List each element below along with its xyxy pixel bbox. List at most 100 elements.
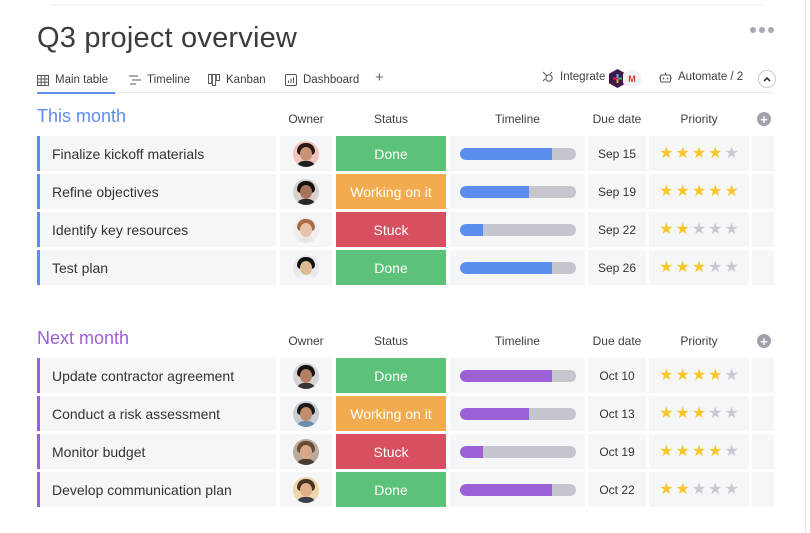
star-filled-icon[interactable]: ★ xyxy=(659,145,673,162)
star-filled-icon[interactable]: ★ xyxy=(675,367,689,384)
item-name-cell[interactable]: Develop communication plan xyxy=(37,472,276,507)
status-badge[interactable]: Stuck xyxy=(336,212,446,247)
column-header-due-date[interactable]: Due date xyxy=(588,334,646,348)
tab-dashboard[interactable]: Dashboard xyxy=(285,70,359,90)
priority-rating[interactable]: ★ ★ ★ ★ ★ xyxy=(649,434,749,469)
star-empty-icon[interactable]: ★ xyxy=(725,259,739,276)
star-filled-icon[interactable]: ★ xyxy=(675,443,689,460)
avatar[interactable] xyxy=(293,216,319,243)
owner-cell[interactable] xyxy=(280,358,332,393)
table-row[interactable]: Refine objectives Working on it Sep 19 ★ ★ ★… xyxy=(37,174,777,209)
tab-timeline[interactable]: Timeline xyxy=(129,70,190,90)
star-empty-icon[interactable]: ★ xyxy=(708,221,722,238)
star-filled-icon[interactable]: ★ xyxy=(708,367,722,384)
star-empty-icon[interactable]: ★ xyxy=(725,145,739,162)
owner-cell[interactable] xyxy=(280,396,332,431)
star-filled-icon[interactable]: ★ xyxy=(692,405,706,422)
column-header-due-date[interactable]: Due date xyxy=(588,112,646,126)
add-column-button[interactable]: + xyxy=(757,334,771,348)
avatar[interactable] xyxy=(293,140,319,167)
due-date-cell[interactable]: Oct 10 xyxy=(588,358,646,393)
priority-rating[interactable]: ★ ★ ★ ★ ★ xyxy=(649,212,749,247)
star-filled-icon[interactable]: ★ xyxy=(675,481,689,498)
due-date-cell[interactable]: Sep 15 xyxy=(588,136,646,171)
star-filled-icon[interactable]: ★ xyxy=(725,183,739,200)
integrate-button[interactable]: Integrate xyxy=(542,71,605,83)
table-row[interactable]: Update contractor agreement Done Oct 10 ★ ★… xyxy=(37,358,777,393)
star-empty-icon[interactable]: ★ xyxy=(725,443,739,460)
add-view-button[interactable]: + xyxy=(375,69,384,86)
table-row[interactable]: Finalize kickoff materials Done Sep 15 ★ ★ ★… xyxy=(37,136,777,171)
add-column-button[interactable]: + xyxy=(757,112,771,126)
star-empty-icon[interactable]: ★ xyxy=(708,481,722,498)
more-options-button[interactable] xyxy=(750,27,774,33)
item-name-cell[interactable]: Update contractor agreement xyxy=(37,358,276,393)
status-badge[interactable]: Done xyxy=(336,250,446,285)
collapse-header-button[interactable] xyxy=(758,70,776,88)
column-header-timeline[interactable]: Timeline xyxy=(450,112,585,126)
status-badge[interactable]: Stuck xyxy=(336,434,446,469)
due-date-cell[interactable]: Oct 19 xyxy=(588,434,646,469)
column-header-owner[interactable]: Owner xyxy=(280,334,332,348)
owner-cell[interactable] xyxy=(280,174,332,209)
timeline-bar[interactable] xyxy=(459,147,576,160)
timeline-bar[interactable] xyxy=(459,185,576,198)
priority-rating[interactable]: ★ ★ ★ ★ ★ xyxy=(649,174,749,209)
star-filled-icon[interactable]: ★ xyxy=(659,221,673,238)
star-filled-icon[interactable]: ★ xyxy=(708,443,722,460)
avatar[interactable] xyxy=(293,438,319,465)
tab-kanban[interactable]: Kanban xyxy=(208,70,266,90)
priority-rating[interactable]: ★ ★ ★ ★ ★ xyxy=(649,472,749,507)
column-header-owner[interactable]: Owner xyxy=(280,112,332,126)
due-date-cell[interactable]: Oct 22 xyxy=(588,472,646,507)
item-name-cell[interactable]: Identify key resources xyxy=(37,212,276,247)
due-date-cell[interactable]: Sep 19 xyxy=(588,174,646,209)
owner-cell[interactable] xyxy=(280,136,332,171)
star-empty-icon[interactable]: ★ xyxy=(725,367,739,384)
automate-button[interactable]: Automate / 2 xyxy=(659,71,743,83)
status-badge[interactable]: Done xyxy=(336,472,446,507)
timeline-bar[interactable] xyxy=(459,445,576,458)
timeline-cell[interactable] xyxy=(450,174,585,209)
star-filled-icon[interactable]: ★ xyxy=(708,145,722,162)
timeline-bar[interactable] xyxy=(459,407,576,420)
avatar[interactable] xyxy=(293,362,319,389)
priority-rating[interactable]: ★ ★ ★ ★ ★ xyxy=(649,358,749,393)
star-filled-icon[interactable]: ★ xyxy=(659,259,673,276)
star-filled-icon[interactable]: ★ xyxy=(659,183,673,200)
due-date-cell[interactable]: Sep 22 xyxy=(588,212,646,247)
timeline-cell[interactable] xyxy=(450,472,585,507)
star-empty-icon[interactable]: ★ xyxy=(725,405,739,422)
owner-cell[interactable] xyxy=(280,250,332,285)
owner-cell[interactable] xyxy=(280,472,332,507)
item-name-cell[interactable]: Finalize kickoff materials xyxy=(37,136,276,171)
star-filled-icon[interactable]: ★ xyxy=(659,367,673,384)
star-empty-icon[interactable]: ★ xyxy=(692,481,706,498)
column-header-priority[interactable]: Priority xyxy=(649,112,749,126)
timeline-cell[interactable] xyxy=(450,250,585,285)
star-empty-icon[interactable]: ★ xyxy=(708,259,722,276)
avatar[interactable] xyxy=(293,178,319,205)
star-empty-icon[interactable]: ★ xyxy=(692,221,706,238)
star-filled-icon[interactable]: ★ xyxy=(692,259,706,276)
star-filled-icon[interactable]: ★ xyxy=(675,145,689,162)
table-row[interactable]: Monitor budget Stuck Oct 19 ★ ★ ★ ★ ★ xyxy=(37,434,777,469)
priority-rating[interactable]: ★ ★ ★ ★ ★ xyxy=(649,136,749,171)
avatar[interactable] xyxy=(293,476,319,503)
star-filled-icon[interactable]: ★ xyxy=(675,405,689,422)
star-filled-icon[interactable]: ★ xyxy=(692,183,706,200)
timeline-bar[interactable] xyxy=(459,261,576,274)
status-badge[interactable]: Done xyxy=(336,136,446,171)
star-filled-icon[interactable]: ★ xyxy=(659,405,673,422)
column-header-timeline[interactable]: Timeline xyxy=(450,334,585,348)
owner-cell[interactable] xyxy=(280,434,332,469)
star-filled-icon[interactable]: ★ xyxy=(692,367,706,384)
star-empty-icon[interactable]: ★ xyxy=(725,481,739,498)
table-row[interactable]: Test plan Done Sep 26 ★ ★ ★ ★ ★ xyxy=(37,250,777,285)
item-name-cell[interactable]: Refine objectives xyxy=(37,174,276,209)
timeline-bar[interactable] xyxy=(459,483,576,496)
star-filled-icon[interactable]: ★ xyxy=(675,183,689,200)
item-name-cell[interactable]: Conduct a risk assessment xyxy=(37,396,276,431)
item-name-cell[interactable]: Monitor budget xyxy=(37,434,276,469)
timeline-bar[interactable] xyxy=(459,369,576,382)
